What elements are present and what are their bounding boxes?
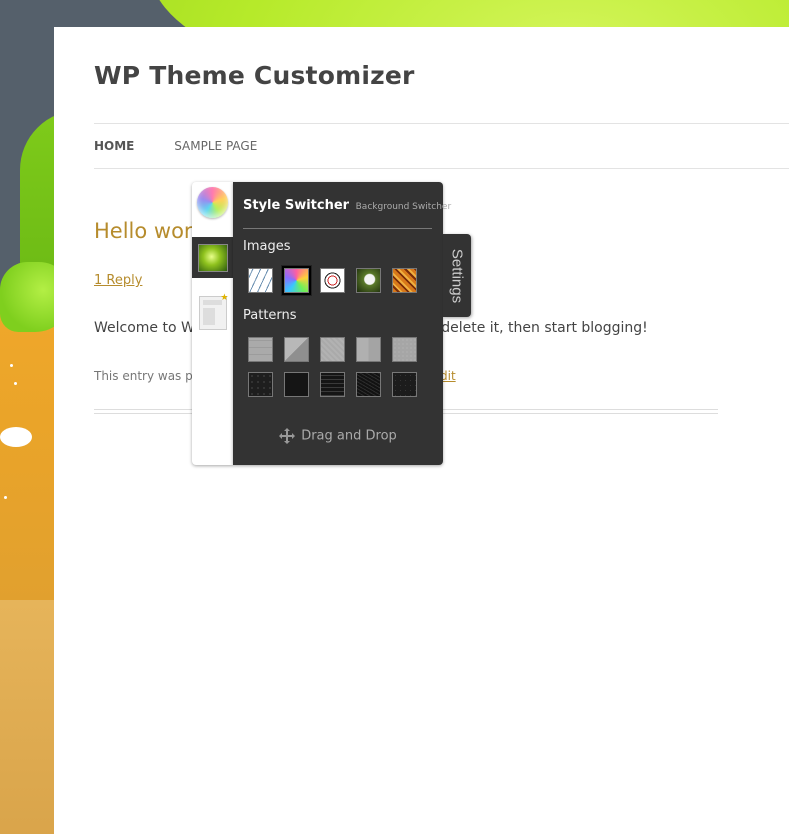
nav-item-sample-page[interactable]: SAMPLE PAGE [174,139,257,153]
reply-link[interactable]: 1 Reply [94,273,142,288]
patterns-section-label: Patterns [243,308,297,323]
main-nav: HOME SAMPLE PAGE [94,139,293,153]
drag-handle[interactable]: Drag and Drop [233,428,443,444]
image-thumbnail[interactable] [356,268,381,293]
background-image-icon [197,243,228,272]
layout-icon: ★ [198,293,229,330]
pattern-thumbnail[interactable] [248,337,273,362]
switcher-body: Style Switcher Background Switcher Image… [233,182,451,465]
pattern-thumbnail[interactable] [248,372,273,397]
pattern-thumbnail[interactable] [356,337,381,362]
switcher-tabs: ★ [192,182,233,465]
pattern-thumbnail[interactable] [392,372,417,397]
background-dot [14,382,17,385]
pattern-thumbnails-light [248,337,417,362]
pattern-thumbnail[interactable] [320,372,345,397]
move-icon [279,428,296,444]
background-dot [0,427,32,447]
color-wheel-icon [197,187,228,218]
image-thumbnail[interactable] [320,268,345,293]
pattern-thumbnail[interactable] [284,372,309,397]
style-switcher-panel: ★ Style Switcher Background Switcher Ima… [192,182,471,465]
drag-and-drop-label: Drag and Drop [301,428,397,444]
background-dot [4,496,7,499]
post-title[interactable]: Hello wor [94,219,193,243]
tab-color[interactable] [192,182,233,223]
site-title[interactable]: WP Theme Customizer [94,61,415,90]
tab-background[interactable] [192,237,233,278]
switcher-title: Style Switcher Background Switcher [243,198,451,213]
post-excerpt: Welcome to Wo [94,320,203,336]
pattern-thumbnails-dark [248,372,417,397]
post-meta: This entry was po [94,369,201,383]
header-divider [94,123,789,124]
images-section-label: Images [243,239,291,254]
switcher-subtitle: Background Switcher [355,202,452,212]
settings-toggle[interactable]: Settings [443,234,471,317]
switcher-divider [243,228,432,229]
tab-layout[interactable]: ★ [192,292,233,333]
image-thumbnails [248,266,417,295]
pattern-thumbnail[interactable] [320,337,345,362]
nav-divider [94,168,789,169]
pattern-thumbnail[interactable] [356,372,381,397]
switcher-title-text: Style Switcher [243,198,350,213]
settings-label: Settings [448,248,466,303]
background-dot [10,364,13,367]
post-excerpt: r delete it, then start blogging! [431,320,648,336]
image-thumbnail-selected[interactable] [282,266,311,295]
nav-item-home[interactable]: HOME [94,139,134,153]
image-thumbnail[interactable] [392,268,417,293]
pattern-thumbnail[interactable] [392,337,417,362]
pattern-thumbnail[interactable] [284,337,309,362]
image-thumbnail[interactable] [248,268,273,293]
